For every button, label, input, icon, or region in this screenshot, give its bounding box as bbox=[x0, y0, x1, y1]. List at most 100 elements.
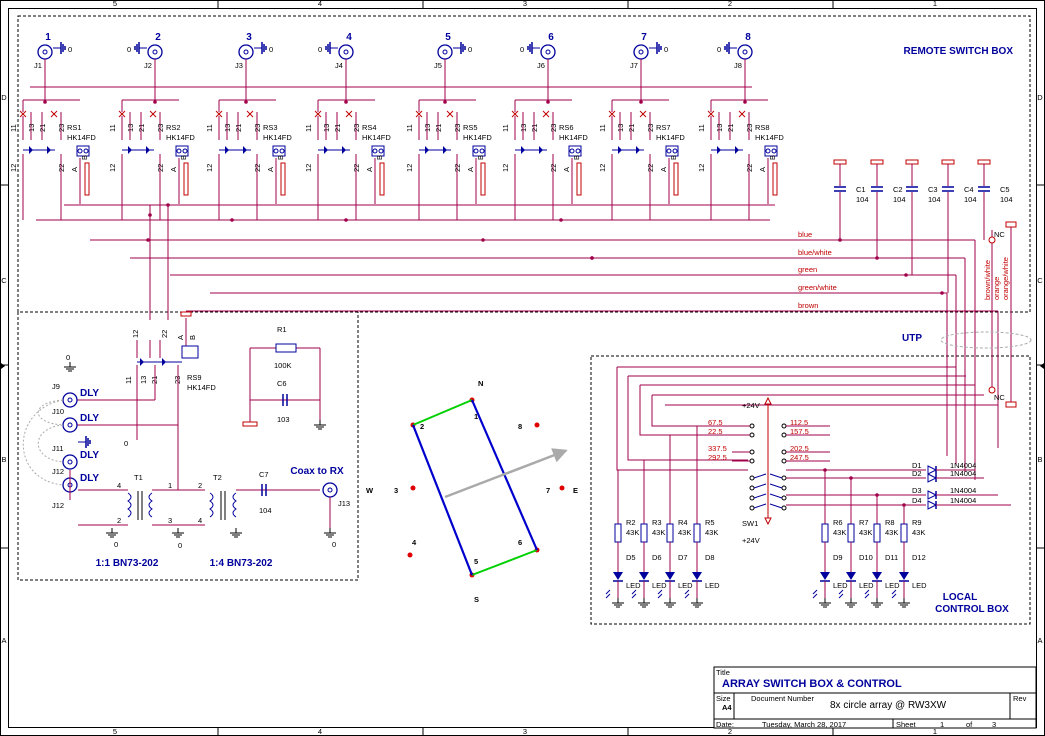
utp-wire-cap-dot-3 bbox=[940, 291, 944, 295]
coil-b-label-5: B bbox=[476, 155, 485, 160]
coil-a-label-7: A bbox=[659, 167, 668, 172]
connector-ref-6: J6 bbox=[537, 61, 545, 70]
pin21-label-7: 21 bbox=[627, 124, 636, 132]
diode-ref-2: D3 bbox=[912, 486, 922, 495]
border-row-right-B: B bbox=[1037, 455, 1042, 464]
border-col-4: 4 bbox=[318, 0, 322, 8]
t1-pin-1: 1 bbox=[168, 481, 172, 490]
pin11-label-1: 11 bbox=[9, 124, 18, 132]
t1-pin-2: 2 bbox=[117, 516, 121, 525]
blue-side-left bbox=[411, 424, 474, 576]
border-col-3: 3 bbox=[523, 0, 527, 8]
relay-part-4: HK14FD bbox=[362, 133, 391, 142]
relay-part-7: HK14FD bbox=[656, 133, 685, 142]
sheet-label: Sheet bbox=[896, 720, 917, 729]
border-row-right-D: D bbox=[1037, 93, 1043, 102]
center-junction-7 bbox=[639, 100, 643, 104]
r1-ref: R1 bbox=[277, 325, 287, 334]
frame-ticks: 5544332211D DC CB BA A bbox=[0, 0, 1045, 736]
cap-val-5: 104 bbox=[1000, 195, 1013, 204]
channel-6: 6 J6 0 11 13 21 23 RS6HK14FD 12 22 A B bbox=[501, 32, 588, 220]
rs9-a: A bbox=[176, 335, 185, 340]
coil-a-label-8: A bbox=[758, 167, 767, 172]
coil-b-label-8: B bbox=[768, 155, 777, 160]
channel-3: 3 J3 0 11 13 21 23 RS3HK14FD 12 22 A B bbox=[205, 32, 292, 220]
edge-arrow-left bbox=[1, 363, 5, 369]
switch-blade-r-0 bbox=[769, 473, 783, 479]
pin12-label-2: 12 bbox=[108, 164, 117, 172]
connector-ref-4: J4 bbox=[335, 61, 343, 70]
led-d7 bbox=[665, 572, 675, 580]
bus-dot-1 bbox=[230, 218, 234, 222]
border-row-C: C bbox=[1, 276, 7, 285]
utp-label: UTP bbox=[902, 333, 922, 344]
utp-wire-label-2: green bbox=[798, 265, 817, 274]
center-junction-4 bbox=[344, 100, 348, 104]
shield-zero-1: 0 bbox=[68, 45, 72, 54]
bus-dot-4 bbox=[559, 218, 563, 222]
resistor-r9 bbox=[900, 523, 908, 543]
pin23-label-1: 23 bbox=[57, 124, 66, 132]
shield-zero-8: 0 bbox=[717, 45, 721, 54]
led-ref-R1: D10 bbox=[859, 553, 873, 562]
border-row-right-A: A bbox=[1037, 636, 1042, 645]
diode-part-3: 1N4004 bbox=[950, 496, 976, 505]
diode-col-dot-1 bbox=[849, 476, 853, 480]
switch-right-contact-2 bbox=[781, 449, 787, 455]
led-ref-L1: D6 bbox=[652, 553, 662, 562]
t1-ref: T1 bbox=[134, 473, 143, 482]
rs9-arrow-b bbox=[162, 358, 166, 366]
relay-ref-4: RS4 bbox=[362, 123, 377, 132]
led-label-L2: LED bbox=[678, 581, 693, 590]
switch-blade-r-2 bbox=[769, 493, 783, 499]
relay-coil-7 bbox=[665, 145, 679, 157]
diode-ref-3: D4 bbox=[912, 496, 922, 505]
switch-blade-l-3 bbox=[753, 503, 767, 509]
border-row-B: B bbox=[1, 455, 6, 464]
compass-num-6: 6 bbox=[518, 538, 522, 547]
pin11-label-6: 11 bbox=[501, 124, 510, 132]
led-d5 bbox=[613, 572, 623, 580]
switch-left-lower-3 bbox=[749, 505, 755, 511]
pin12-label-1: 12 bbox=[9, 164, 18, 172]
utp-vert-label-0: brown/white bbox=[983, 260, 992, 300]
t1-zero: 0 bbox=[114, 540, 118, 549]
pin23-label-7: 23 bbox=[646, 124, 655, 132]
pin22-label-4: 22 bbox=[352, 164, 361, 172]
date-label: Date: bbox=[716, 720, 734, 729]
date-value: Tuesday, March 28, 2017 bbox=[762, 720, 846, 729]
feed-route-3 bbox=[651, 395, 748, 427]
array-compass-diagram: N S W E 1 2 3 4 5 6 7 8 bbox=[366, 379, 578, 604]
c6-val: 103 bbox=[277, 415, 290, 424]
coil-a-label-5: A bbox=[466, 167, 475, 172]
j12-ref: J12 bbox=[52, 501, 64, 510]
green-pair-bottom bbox=[471, 549, 538, 576]
pin11-label-5: 11 bbox=[405, 124, 414, 132]
led-d9 bbox=[820, 572, 830, 580]
edge-arrow-right bbox=[1040, 363, 1044, 369]
feed-route-0 bbox=[616, 367, 748, 471]
center-junction-1 bbox=[43, 100, 47, 104]
diode-d4 bbox=[927, 500, 938, 510]
switch-right-contact-3 bbox=[781, 458, 787, 464]
resistor-r5 bbox=[693, 523, 701, 543]
pin22-label-7: 22 bbox=[646, 164, 655, 172]
title-label: Title bbox=[716, 668, 730, 677]
res-ref-L0: R2 bbox=[626, 518, 636, 527]
drawing-title: ARRAY SWITCH BOX & CONTROL bbox=[722, 678, 902, 690]
shield-zero-3: 0 bbox=[269, 45, 273, 54]
pin23-label-3: 23 bbox=[253, 124, 262, 132]
diode-ref-1: D2 bbox=[912, 469, 922, 478]
relay-coil-3 bbox=[272, 145, 286, 157]
switch-left-label-0: 67.5 bbox=[708, 418, 723, 427]
compass-e: E bbox=[573, 486, 578, 495]
pin23-label-2: 23 bbox=[156, 124, 165, 132]
led-emission-R0 bbox=[812, 589, 818, 599]
cap-val-2: 104 bbox=[893, 195, 906, 204]
coil-b-label-3: B bbox=[276, 155, 285, 160]
t2-pin-2: 2 bbox=[198, 481, 202, 490]
connector-number-7: 7 bbox=[641, 32, 647, 43]
t1-ratio-label: 1:1 BN73-202 bbox=[96, 558, 159, 569]
coil-b-label-2: B bbox=[179, 155, 188, 160]
sheet-value: 1 bbox=[940, 720, 944, 729]
